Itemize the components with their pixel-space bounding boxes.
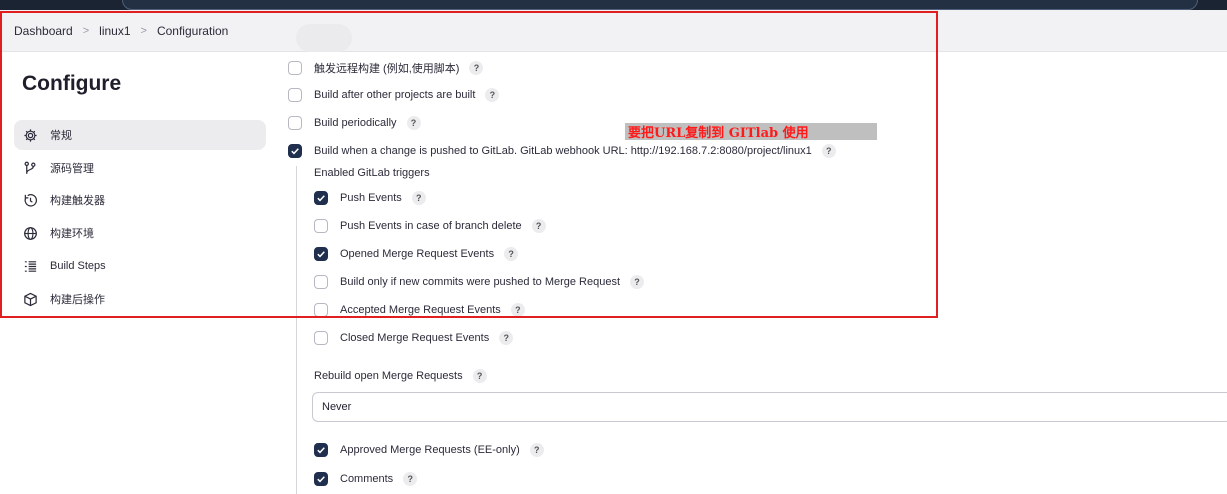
breadcrumb-project[interactable]: linux1 [99, 24, 130, 38]
sidebar-item-general[interactable]: 常规 [14, 120, 266, 150]
help-icon[interactable]: ? [510, 303, 525, 317]
breadcrumb-configuration[interactable]: Configuration [157, 24, 228, 38]
trigger-remote-checkbox[interactable] [288, 61, 302, 75]
push-events-label: Push Events [340, 192, 402, 204]
push-events-checkbox[interactable] [314, 191, 328, 205]
top-header-bar [0, 0, 1227, 10]
approved-mr-row: Approved Merge Requests (EE-only) ? [314, 443, 544, 457]
sidebar-item-build-steps[interactable]: Build Steps [14, 251, 266, 281]
page-title: Configure [22, 72, 122, 95]
sidebar-item-triggers[interactable]: 构建触发器 [14, 185, 266, 215]
closed-mr-events-label: Closed Merge Request Events [340, 332, 490, 344]
gitlab-option-row: Opened Merge Request Events ? [314, 247, 519, 261]
help-icon[interactable]: ? [630, 275, 645, 289]
approved-mr-label: Approved Merge Requests (EE-only) [340, 444, 520, 456]
sidebar-item-label: 构建触发器 [50, 195, 105, 207]
approved-mr-checkbox[interactable] [314, 443, 328, 457]
source-branch-icon [22, 160, 38, 176]
sidebar-item-label: 构建环境 [50, 228, 94, 240]
trigger-gitlab-push-label: Build when a change is pushed to GitLab.… [314, 145, 812, 157]
gitlab-option-row: Build only if new commits were pushed to… [314, 275, 645, 289]
build-only-new-commits-label: Build only if new commits were pushed to… [340, 276, 621, 288]
check-icon [317, 476, 325, 483]
breadcrumb-separator: > [82, 24, 90, 37]
rebuild-open-mr-row: Rebuild open Merge Requests ? [314, 369, 487, 383]
accepted-mr-events-checkbox[interactable] [314, 303, 328, 317]
gitlab-options-indent-line [296, 166, 297, 494]
config-main: 触发远程构建 (例如,使用脚本) ? Build after other pro… [280, 52, 1227, 494]
list-steps-icon [22, 258, 38, 274]
breadcrumb-pill [296, 24, 352, 52]
sidebar-item-source[interactable]: 源码管理 [14, 153, 266, 183]
globe-icon [22, 225, 38, 241]
help-icon[interactable]: ? [411, 191, 426, 205]
check-icon [291, 148, 299, 155]
help-icon[interactable]: ? [469, 61, 484, 75]
opened-mr-events-label: Opened Merge Request Events [340, 248, 495, 260]
trigger-gitlab-push-checkbox[interactable] [288, 144, 302, 158]
package-icon [22, 291, 38, 307]
accepted-mr-events-label: Accepted Merge Request Events [340, 304, 501, 316]
gitlab-option-row: Push Events in case of branch delete ? [314, 219, 546, 233]
sidebar-item-label: 常规 [50, 130, 72, 142]
check-icon [317, 447, 325, 454]
trigger-after-other-row: Build after other projects are built ? [288, 88, 500, 102]
gitlab-option-row: Push Events ? [314, 191, 426, 205]
help-icon[interactable]: ? [531, 219, 546, 233]
help-icon[interactable]: ? [406, 116, 421, 130]
build-only-new-commits-checkbox[interactable] [314, 275, 328, 289]
sidebar-item-label: Build Steps [50, 260, 106, 272]
push-events-branch-delete-checkbox[interactable] [314, 219, 328, 233]
help-icon[interactable]: ? [485, 88, 500, 102]
sidebar-item-environment[interactable]: 构建环境 [14, 218, 266, 248]
rebuild-open-mr-value: Never [322, 401, 352, 413]
enabled-gitlab-triggers-label: Enabled GitLab triggers [314, 167, 430, 179]
opened-mr-events-checkbox[interactable] [314, 247, 328, 261]
sidebar: Configure 常规 源码管理 构建触发器 构建环境 Build Steps [0, 52, 280, 494]
search-bar[interactable] [122, 0, 1198, 10]
gitlab-option-row: Closed Merge Request Events ? [314, 331, 514, 345]
help-icon[interactable]: ? [529, 443, 544, 457]
trigger-periodic-row: Build periodically ? [288, 116, 421, 130]
rebuild-open-mr-label: Rebuild open Merge Requests [314, 370, 463, 382]
trigger-remote-label: 触发远程构建 (例如,使用脚本) [314, 63, 460, 75]
help-icon[interactable]: ? [403, 472, 418, 486]
sidebar-item-label: 源码管理 [50, 163, 94, 175]
check-icon [317, 251, 325, 258]
clock-trigger-icon [22, 192, 38, 208]
gitlab-option-row: Accepted Merge Request Events ? [314, 303, 525, 317]
trigger-remote-row: 触发远程构建 (例如,使用脚本) ? [288, 60, 484, 76]
trigger-after-other-checkbox[interactable] [288, 88, 302, 102]
rebuild-open-mr-select[interactable]: Never [312, 392, 1227, 422]
trigger-gitlab-push-row: Build when a change is pushed to GitLab.… [288, 144, 836, 158]
sidebar-item-post-build[interactable]: 构建后操作 [14, 284, 266, 314]
push-events-branch-delete-label: Push Events in case of branch delete [340, 220, 522, 232]
closed-mr-events-checkbox[interactable] [314, 331, 328, 345]
breadcrumb-dashboard[interactable]: Dashboard [14, 24, 73, 38]
help-icon[interactable]: ? [504, 247, 519, 261]
trigger-periodic-label: Build periodically [314, 117, 397, 129]
copy-url-annotation: 要把URL复制到 GITlab 使用 [625, 123, 877, 141]
check-icon [317, 195, 325, 202]
comments-label: Comments [340, 473, 394, 485]
sidebar-item-label: 构建后操作 [50, 294, 105, 306]
comments-checkbox[interactable] [314, 472, 328, 486]
comments-row: Comments ? [314, 472, 418, 486]
breadcrumb-separator: > [140, 24, 147, 37]
help-icon[interactable]: ? [821, 144, 836, 158]
trigger-after-other-label: Build after other projects are built [314, 89, 476, 101]
breadcrumb: Dashboard > linux1 > Configuration [0, 10, 1227, 52]
trigger-periodic-checkbox[interactable] [288, 116, 302, 130]
help-icon[interactable]: ? [472, 369, 487, 383]
gear-icon [22, 127, 38, 143]
help-icon[interactable]: ? [499, 331, 514, 345]
